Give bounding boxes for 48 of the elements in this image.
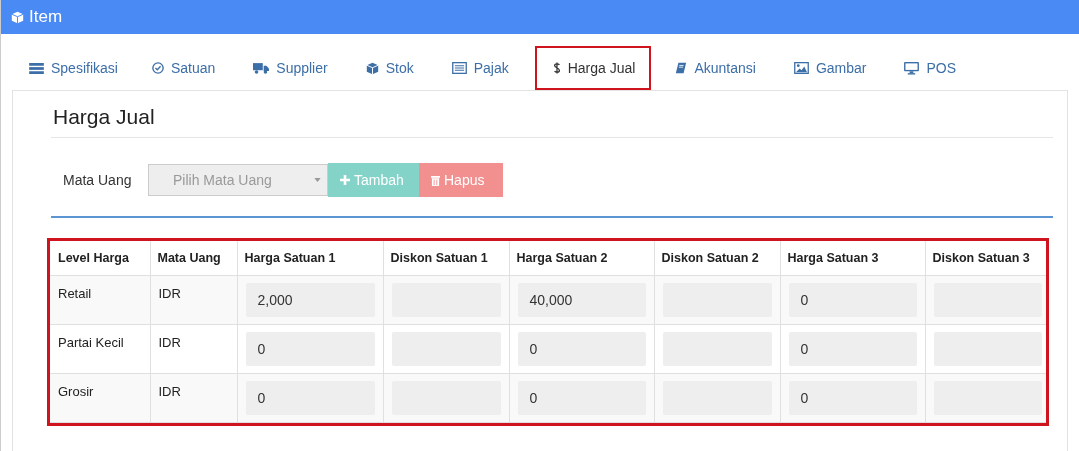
- truck-icon: [253, 62, 270, 74]
- tab[interactable]: Gambar: [781, 46, 881, 90]
- column-header: Harga Satuan 3: [780, 241, 925, 276]
- column-header: Diskon Satuan 1: [383, 241, 509, 276]
- column-header: Diskon Satuan 2: [654, 241, 780, 276]
- price-input[interactable]: 0: [788, 283, 917, 317]
- table-cell: Partai Kecil: [50, 324, 150, 374]
- monitor-icon: [904, 61, 920, 75]
- column-header: Harga Satuan 1: [237, 241, 383, 276]
- tab[interactable]: Satuan: [139, 46, 230, 90]
- document-icon: [451, 62, 467, 74]
- cube-icon: [11, 10, 24, 24]
- column-header: Diskon Satuan 3: [925, 241, 1046, 276]
- price-input[interactable]: 0: [517, 332, 646, 366]
- price-input[interactable]: 40,000: [517, 283, 646, 317]
- table-cell: IDR: [150, 373, 237, 423]
- column-header: Harga Satuan 2: [509, 241, 654, 276]
- cube-icon: [365, 61, 379, 75]
- price-input[interactable]: 0: [517, 381, 646, 415]
- tab[interactable]: POS: [892, 46, 971, 90]
- list-icon: [29, 62, 44, 74]
- image-icon: [793, 62, 809, 74]
- table-cell: IDR: [150, 275, 237, 325]
- tab[interactable]: Supplier: [241, 46, 342, 90]
- table-cell: IDR: [150, 324, 237, 374]
- price-input[interactable]: 0: [245, 381, 375, 415]
- price-input[interactable]: 2,000: [245, 283, 375, 317]
- trash-icon: [431, 174, 440, 186]
- table-cell: Grosir: [50, 373, 150, 423]
- tab[interactable]: Spesifikasi: [17, 46, 132, 90]
- dollar-icon: [552, 61, 561, 75]
- price-input[interactable]: 0: [245, 332, 375, 366]
- tab[interactable]: Harga Jual: [534, 46, 652, 90]
- section-title: Harga Jual: [51, 91, 1053, 138]
- caret-icon: [314, 178, 321, 182]
- column-header: Level Harga: [50, 241, 150, 276]
- tab[interactable]: Akuntansi: [663, 46, 770, 90]
- window-title: Item: [29, 7, 63, 27]
- table-cell: Retail: [50, 275, 150, 325]
- book-icon: [675, 62, 688, 74]
- plus-icon: [340, 175, 350, 185]
- price-input[interactable]: 0: [788, 381, 917, 415]
- tab[interactable]: Stok: [353, 46, 428, 90]
- field-label: Mata Uang: [63, 172, 133, 188]
- check-circle-icon: [151, 62, 164, 74]
- tab[interactable]: Pajak: [439, 46, 523, 90]
- column-header: Mata Uang: [150, 241, 237, 276]
- price-input[interactable]: 0: [788, 332, 917, 366]
